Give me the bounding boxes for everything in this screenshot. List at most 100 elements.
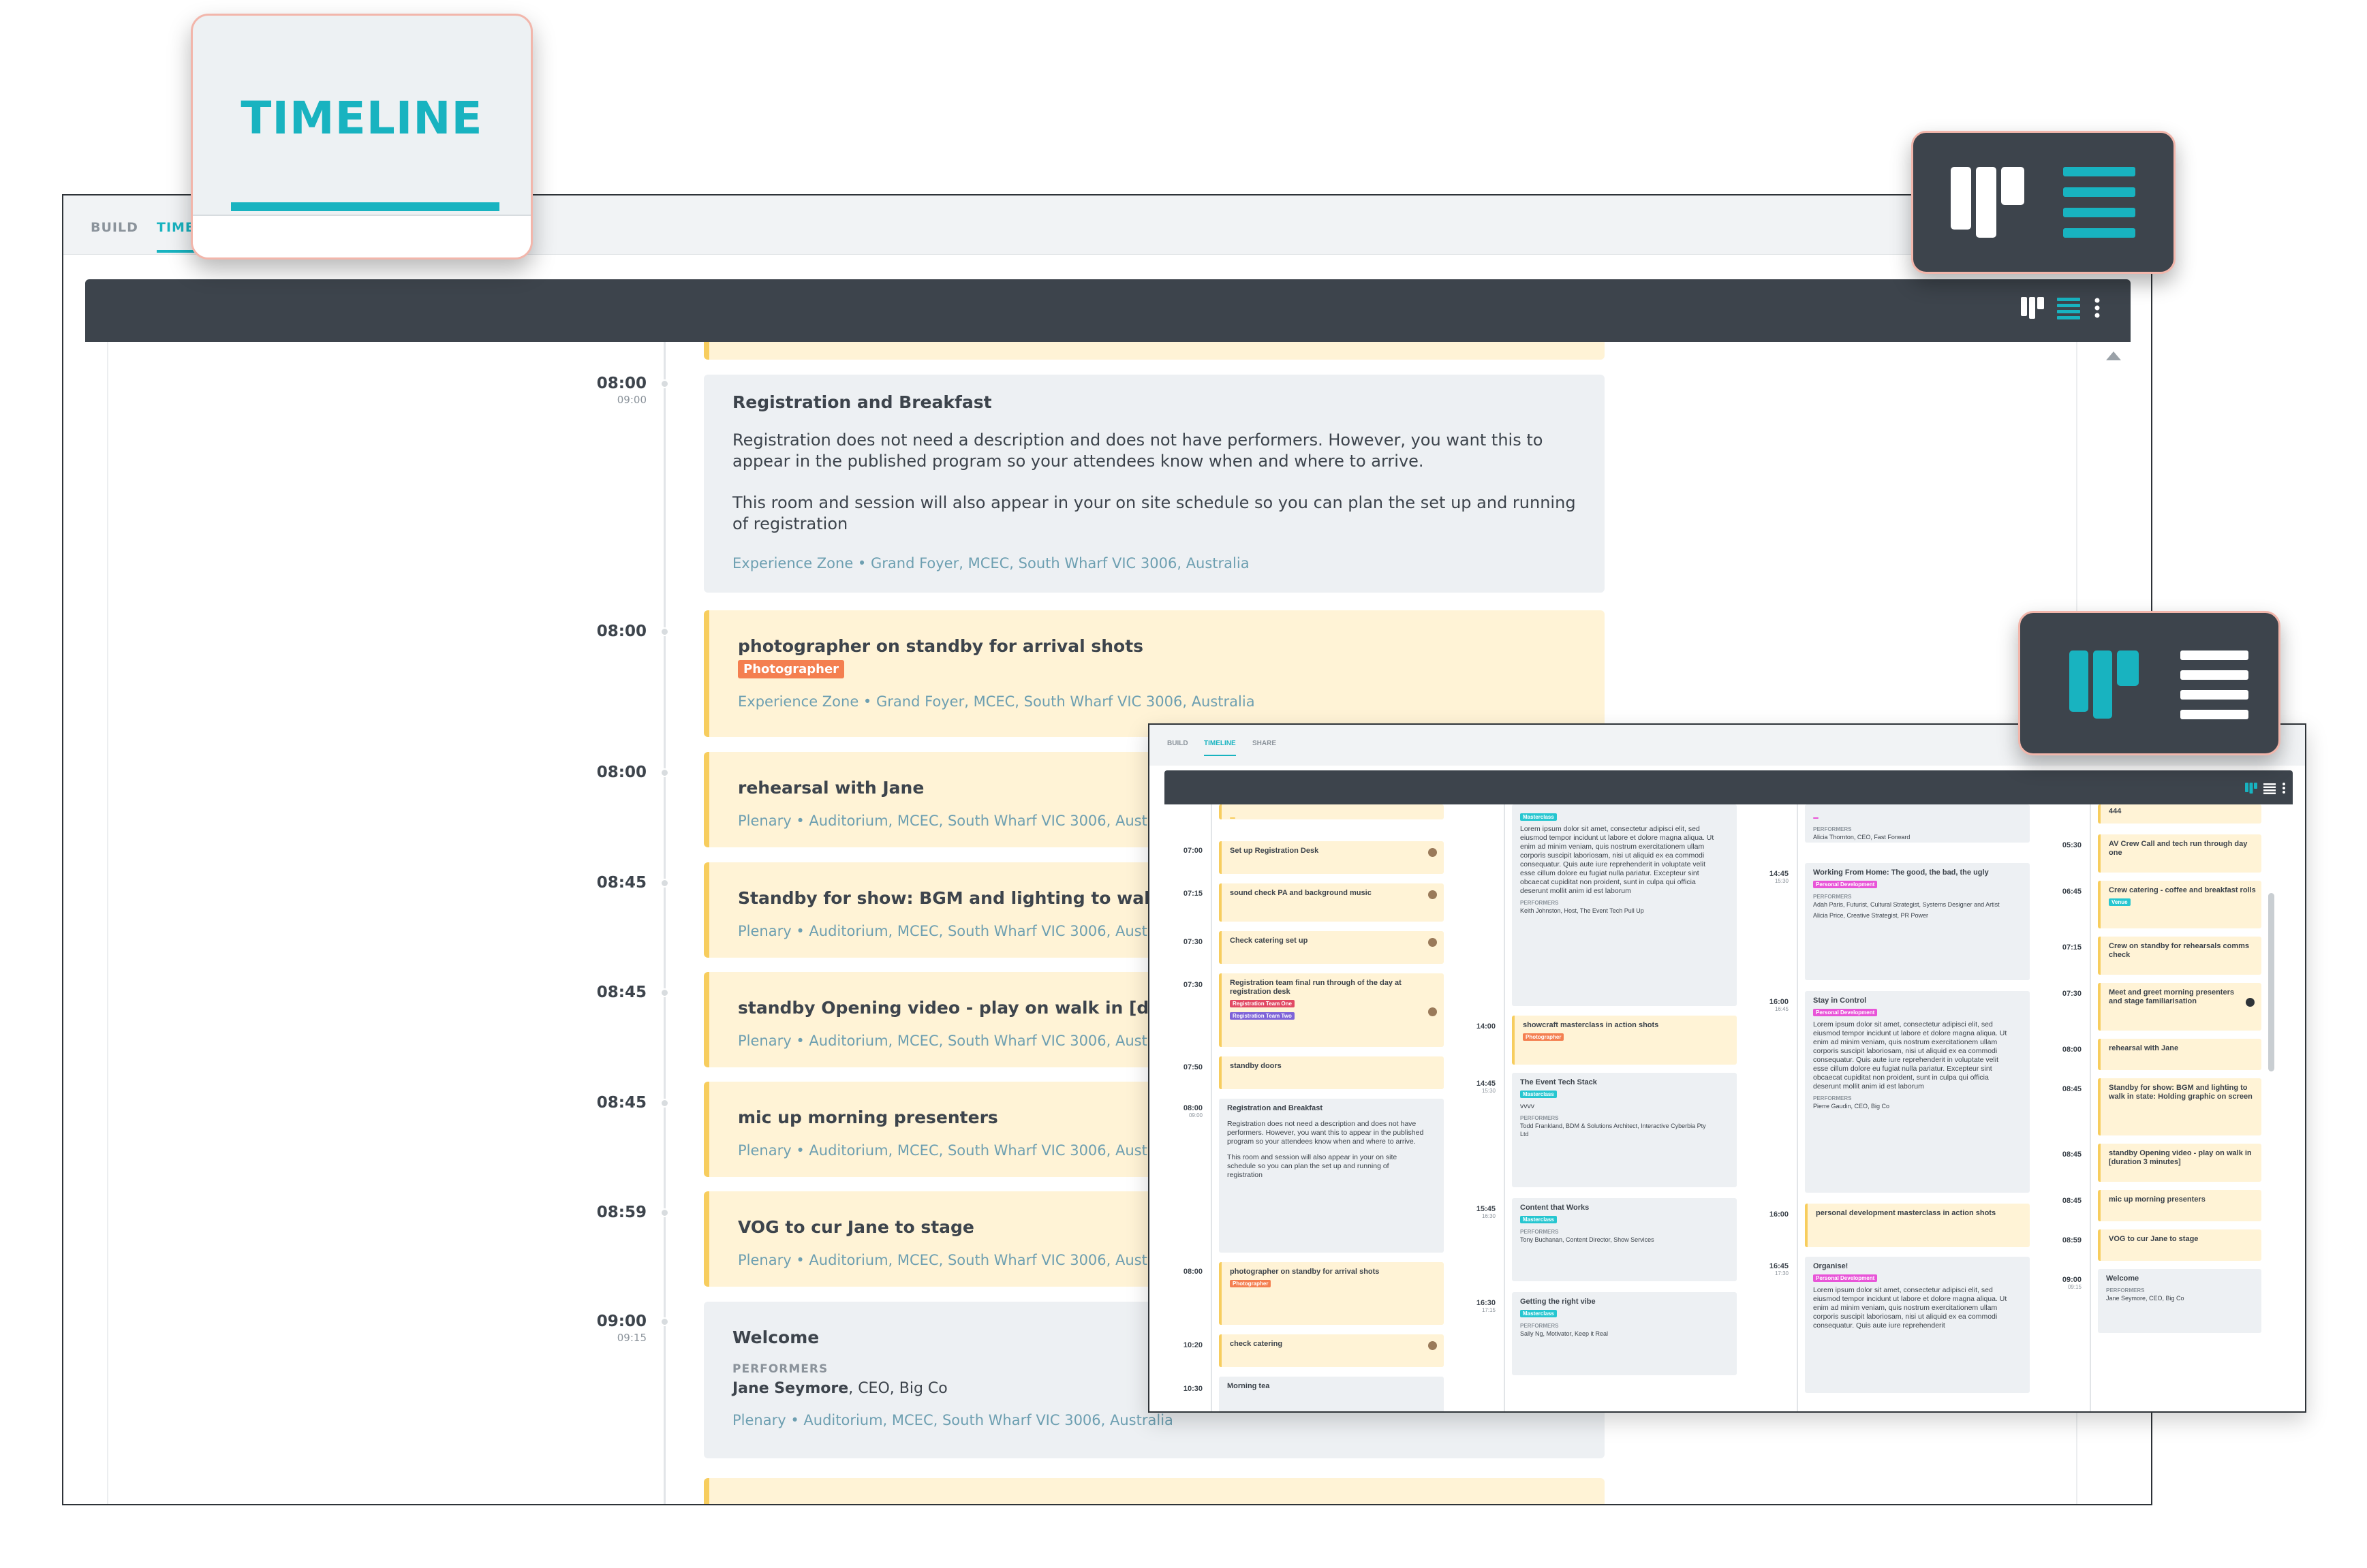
card-title: VOG to cur Jane to stage [2109,1235,2199,1243]
event-time: 08:45 [544,984,647,1001]
list-view-icon[interactable] [2180,650,2250,721]
card-time: 15:45 16:30 [1457,1205,1496,1219]
board-view-icon[interactable] [2245,782,2257,794]
board-card[interactable]: Check catering set up [1219,931,1444,964]
board-card[interactable]: Working From Home: The good, the bad, th… [1805,863,2030,980]
card-time: 07:30 [2062,990,2082,998]
event-location[interactable]: Experience Zone • Grand Foyer, MCEC, Sou… [738,693,1576,710]
card-time: 08:00 09:00 [1164,1104,1203,1118]
avatar [2246,998,2255,1007]
start-time: 08:59 [596,1204,647,1221]
board-card[interactable]: Standby for show: BGM and lighting to wa… [2098,1078,2261,1135]
board-card[interactable]: rehearsal with Jane [2098,1039,2261,1070]
board-card[interactable]: Welcome PERFORMERS Jane Seymore, CEO, Bi… [2098,1269,2261,1333]
board-card[interactable]: showcraft masterclass in action shots Ph… [1512,1016,1737,1065]
card-time: 09:00 09:15 [2043,1276,2082,1290]
start-time: 09:00 [2062,1276,2082,1284]
card-time: 07:30 [1183,938,1203,946]
tab-timeline[interactable]: TIME [157,220,195,253]
event-card-partial[interactable] [704,1478,1605,1504]
end-time: 17:30 [1774,1270,1789,1276]
board-card[interactable]: Morning tea [1219,1377,1444,1411]
card-time: 16:45 17:30 [1750,1262,1789,1276]
inset-tab-build[interactable]: BUILD [1167,740,1188,747]
event-card[interactable]: Registration and Breakfast Registration … [704,375,1605,593]
event-description: Registration does not need a description… [732,430,1543,471]
end-time: 16:45 [1774,1006,1789,1012]
board-card[interactable]: Registration team final run through of t… [1219,973,1444,1047]
card-title: Welcome [2106,1274,2139,1283]
card-description: Lorem ipsum dolor sit amet, consectetur … [1520,825,1714,895]
end-time: 16:30 [1481,1213,1496,1219]
tag: Masterclass [1520,1216,1557,1223]
board-card[interactable]: PERFORMERS Alicia Thornton, CEO, Fast Fo… [1805,804,2030,843]
performers-heading: PERFORMERS [1520,1323,1559,1329]
board-card[interactable]: mic up morning presenters [2098,1190,2261,1221]
event-title: photographer on standby for arrival shot… [738,636,1144,656]
column-axis [1211,804,1212,1411]
card-title: showcraft masterclass in action shots [1523,1021,1659,1029]
board-card[interactable]: sound check PA and background music [1219,883,1444,922]
event-location[interactable]: Plenary • Auditorium, MCEC, South Wharf … [732,1412,1576,1428]
scroll-up-arrow[interactable] [2106,351,2121,360]
board-card[interactable]: Meet and greet morning presenters and st… [2098,983,2261,1031]
event-time: 08:45 [544,874,647,892]
board-card[interactable]: The Event Tech Stack Masterclass vvvv PE… [1512,1073,1737,1187]
board-card[interactable]: personal development masterclass in acti… [1805,1204,2030,1247]
card-title: mic up morning presenters [2109,1195,2206,1204]
board-card[interactable]: Crew catering - coffee and breakfast rol… [2098,881,2261,928]
performers-heading: PERFORMERS [1813,1095,1852,1101]
list-view-icon[interactable] [2263,782,2276,794]
tag [1230,817,1235,819]
more-vertical-icon[interactable] [2282,782,2286,794]
card-time: 07:15 [2062,943,2082,952]
timeline-dot [660,768,669,777]
start-time: 16:00 [1769,998,1789,1006]
event-card-partial[interactable] [704,342,1605,360]
board-card[interactable]: standby doors [1219,1056,1444,1089]
inset-tab-share[interactable]: SHARE [1252,740,1276,747]
performer: Tony Buchanan, Content Director, Show Se… [1520,1236,1654,1243]
event-card[interactable]: photographer on standby for arrival shot… [704,610,1605,737]
tag: Registration Team Two [1230,1012,1295,1020]
board-view-icon[interactable] [2069,650,2140,721]
performers-heading: PERFORMERS [2106,1287,2145,1293]
performer: Todd Frankland, BDM & Solutions Architec… [1520,1123,1706,1138]
inset-scrollbar-thumb[interactable] [2268,893,2274,1071]
timeline-dot [660,988,669,997]
board-card-partial[interactable] [1219,804,1444,819]
column-axis [2090,804,2091,1411]
board-card[interactable]: VOG to cur Jane to stage [2098,1229,2261,1261]
list-view-icon[interactable] [2063,167,2138,242]
board-card[interactable]: Crew on standby for rehearsals comms che… [2098,937,2261,975]
performer: Sally Ng, Motivator, Keep it Real [1520,1330,1609,1337]
more-vertical-icon[interactable] [2094,296,2101,320]
card-time: 08:45 [2062,1085,2082,1093]
board-card[interactable]: 444 [2098,804,2261,824]
board-card[interactable]: Set up Registration Desk [1219,841,1444,874]
avatar [1428,938,1437,947]
board-card[interactable]: Registration and Breakfast Registration … [1219,1099,1444,1253]
start-time: 14:45 [1476,1080,1496,1088]
board-card[interactable]: AV Crew Call and tech run through day on… [2098,834,2261,873]
inset-tab-timeline[interactable]: TIMELINE [1204,740,1236,756]
board-card[interactable]: standby Opening video - play on walk in … [2098,1144,2261,1182]
board-card[interactable]: Organise! Personal Development Lorem ips… [1805,1257,2030,1393]
card-time: 08:45 [2062,1150,2082,1159]
list-view-icon[interactable] [2057,296,2080,320]
end-time: 15:30 [1481,1088,1496,1094]
board-view-icon[interactable] [2020,296,2045,320]
board-card[interactable]: Content that Works Masterclass PERFORMER… [1512,1198,1737,1281]
event-location[interactable]: Experience Zone • Grand Foyer, MCEC, Sou… [732,555,1576,571]
board-card[interactable]: Stay in Control Personal Development Lor… [1805,991,2030,1193]
board-column: 07:00 Set up Registration Desk 07:15 sou… [1164,804,1451,1411]
board-view-icon[interactable] [1951,167,2026,242]
board-card[interactable]: Masterclass Lorem ipsum dolor sit amet, … [1512,804,1737,1006]
card-time: 14:00 [1476,1022,1496,1031]
board-card[interactable]: check catering [1219,1334,1444,1367]
start-time: 08:45 [596,984,647,1001]
tab-build[interactable]: BUILD [91,220,138,235]
board-card[interactable]: photographer on standby for arrival shot… [1219,1262,1444,1325]
tag-photographer: Photographer [738,660,845,678]
board-card[interactable]: Getting the right vibe Masterclass PERFO… [1512,1292,1737,1375]
